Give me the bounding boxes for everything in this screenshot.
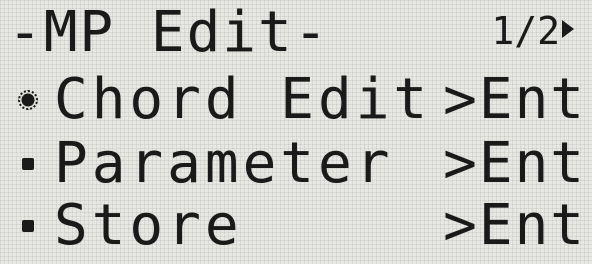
page-indicator: 1/2 xyxy=(491,10,574,52)
next-page-arrow-icon xyxy=(562,20,574,38)
menu-item-label: Store xyxy=(54,193,243,258)
menu-item-chord-edit[interactable]: Chord Edit >Ent xyxy=(0,70,592,130)
lcd-display: -MP Edit- 1/2 Chord Edit >Ent Parameter … xyxy=(0,0,592,264)
page-number: 1/2 xyxy=(491,9,560,53)
bullet-icon xyxy=(22,158,34,170)
bullet-icon xyxy=(22,220,34,232)
menu-item-store[interactable]: Store >Ent xyxy=(0,196,592,256)
menu-item-label: Parameter xyxy=(54,131,394,196)
menu-item-action: >Ent xyxy=(443,193,586,258)
menu-item-action: >Ent xyxy=(443,131,586,196)
menu-item-parameter[interactable]: Parameter >Ent xyxy=(0,134,592,194)
screen-title: -MP Edit- xyxy=(8,0,330,65)
menu-item-label: Chord Edit xyxy=(54,67,432,132)
header-row: -MP Edit- 1/2 xyxy=(0,4,592,62)
selected-cursor-icon xyxy=(18,90,38,110)
menu-item-action: >Ent xyxy=(443,67,586,132)
